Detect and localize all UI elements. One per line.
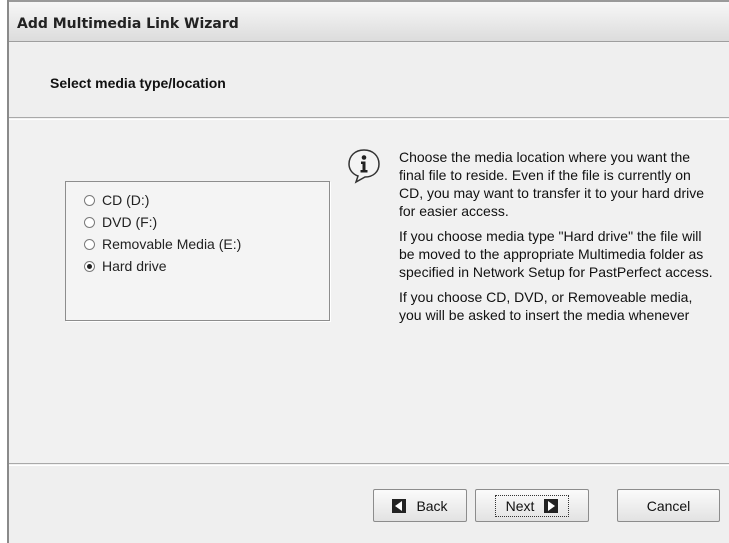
radio-option-cd[interactable]: CD (D:): [84, 190, 149, 210]
window-title: Add Multimedia Link Wizard: [17, 16, 239, 32]
back-button-label: Back: [416, 497, 448, 514]
radio-button-hard-drive[interactable]: [84, 260, 95, 272]
wizard-window: Add Multimedia Link Wizard Select media …: [7, 0, 729, 543]
wizard-content: CD (D:) DVD (F:) Removable Media (E:) Ha…: [9, 119, 729, 464]
radio-button-dvd[interactable]: [84, 216, 95, 228]
media-type-radio-group: CD (D:) DVD (F:) Removable Media (E:) Ha…: [65, 181, 330, 321]
next-button-focus-ring: Next: [494, 494, 570, 517]
wizard-header: Select media type/location: [9, 43, 729, 118]
radio-label-cd: CD (D:): [102, 192, 150, 208]
radio-option-removable[interactable]: Removable Media (E:): [84, 234, 241, 254]
next-button-label: Next: [505, 497, 535, 514]
cancel-button-label: Cancel: [646, 497, 691, 514]
step-subtitle: Select media type/location: [50, 75, 226, 91]
back-button[interactable]: Back: [373, 489, 467, 522]
radio-label-removable: Removable Media (E:): [102, 236, 242, 252]
next-button[interactable]: Next: [475, 489, 589, 522]
radio-option-hard-drive[interactable]: Hard drive: [84, 256, 167, 276]
arrow-left-icon: [392, 498, 407, 513]
info-text: Choose the media location where you want…: [399, 148, 717, 331]
wizard-footer: Back Next Cancel: [9, 465, 729, 543]
radio-label-dvd: DVD (F:): [102, 214, 158, 230]
info-icon: [346, 148, 382, 184]
radio-button-cd[interactable]: [84, 194, 95, 206]
cancel-button[interactable]: Cancel: [617, 489, 720, 522]
radio-option-dvd[interactable]: DVD (F:): [84, 212, 157, 232]
info-paragraph: If you choose media type "Hard drive" th…: [399, 228, 713, 280]
info-paragraph: Choose the media location where you want…: [399, 149, 705, 219]
radio-button-removable[interactable]: [84, 238, 95, 250]
info-paragraph: If you choose CD, DVD, or Removeable med…: [399, 289, 693, 323]
arrow-right-icon: [544, 498, 559, 513]
radio-label-hard-drive: Hard drive: [102, 258, 167, 274]
title-bar: Add Multimedia Link Wizard: [9, 0, 729, 42]
